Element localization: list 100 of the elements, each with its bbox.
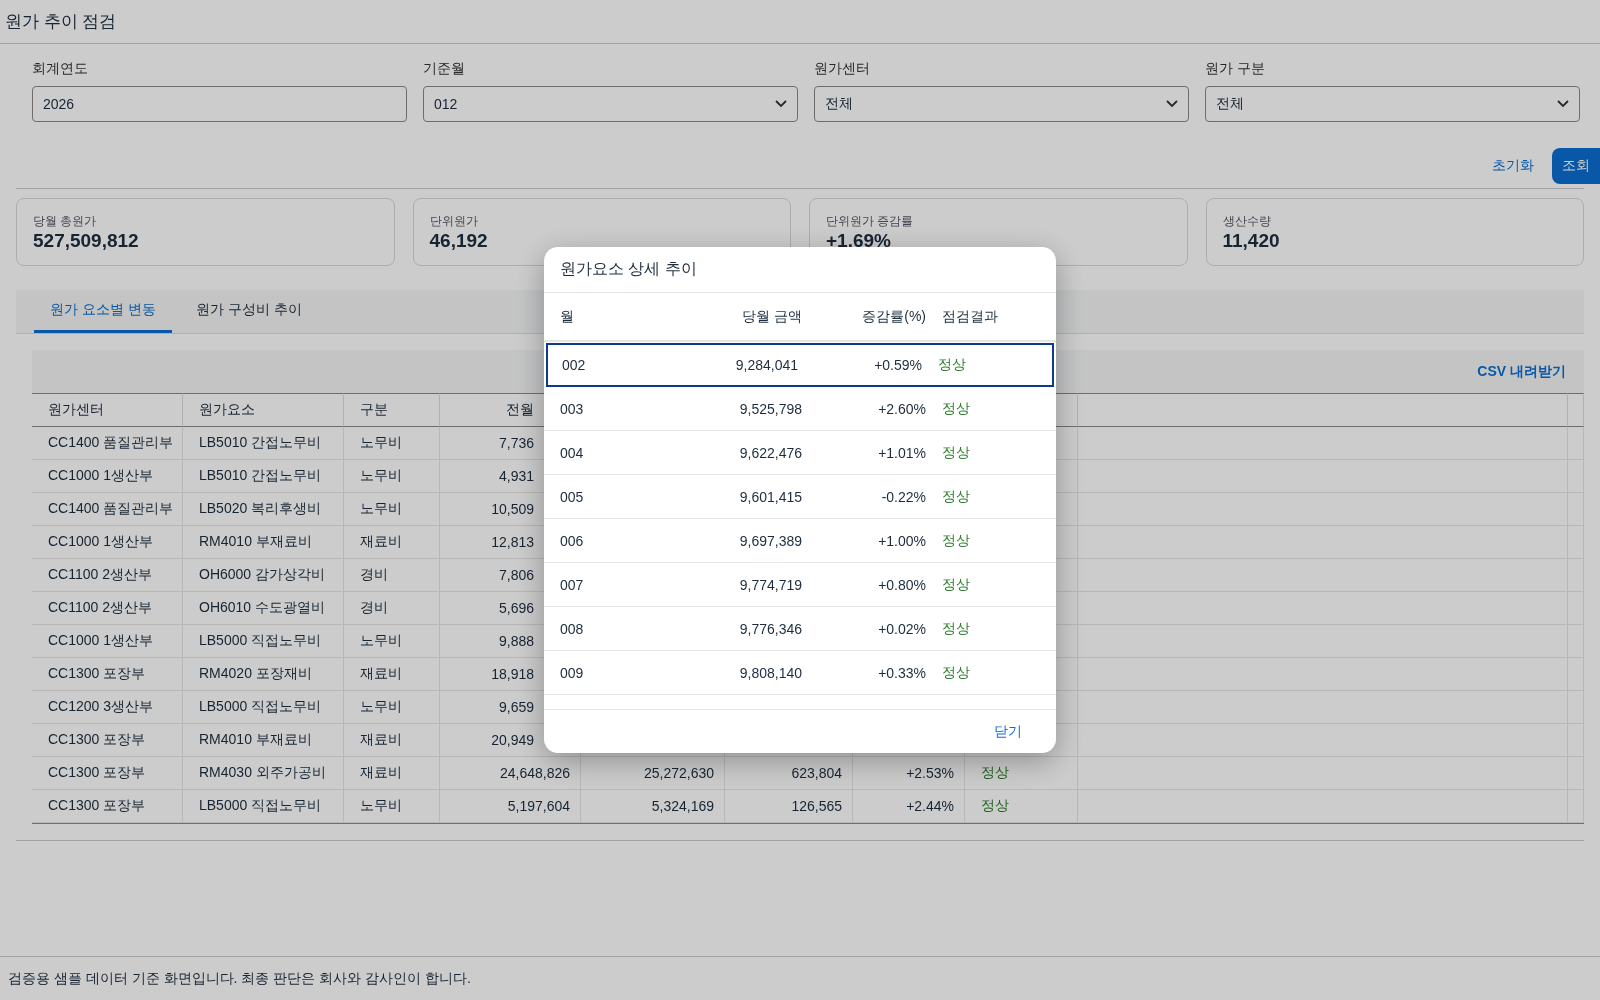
- amount-cell-text: 9,525,798: [738, 400, 802, 417]
- detail-row[interactable]: 004 9,622,476 +1.01% 정상: [544, 431, 1056, 475]
- select-field[interactable]: 전체: [814, 86, 1189, 122]
- table-cell: 25,272,630: [581, 757, 725, 790]
- tab[interactable]: 원가 구성비 추이: [179, 290, 318, 333]
- kpi-value: 11,420: [1222, 230, 1281, 252]
- table-cell: OH6010 수도광열비: [183, 592, 344, 625]
- detail-row[interactable]: 009 9,808,140 +0.33% 정상: [544, 651, 1056, 695]
- detail-row[interactable]: 002 9,284,041 +0.59% 정상: [546, 343, 1054, 387]
- select-field[interactable]: 012: [423, 86, 798, 122]
- table-cell: 노무비: [344, 625, 440, 658]
- kpi-label: 단위원가: [429, 213, 479, 230]
- table-cell: 5,324,169: [581, 790, 725, 823]
- amount-cell-text: 9,774,719: [738, 576, 802, 593]
- table-cell: LB5000 직접노무비: [183, 691, 344, 724]
- kpi-value: +1.69%: [826, 230, 892, 252]
- table-cell: LB5010 간접노무비: [183, 460, 344, 493]
- tab[interactable]: 원가 요소별 변동: [34, 290, 172, 333]
- table-cell: +2.44%: [853, 790, 965, 823]
- table-cell: 노무비: [344, 427, 440, 460]
- chevron-down-icon: [1557, 100, 1569, 108]
- table-cell: 623,804: [725, 757, 853, 790]
- table-cell: CC1300 포장부: [32, 790, 183, 823]
- close-button[interactable]: 닫기: [994, 722, 1022, 741]
- input-field[interactable]: 2026: [32, 86, 407, 122]
- table-cell: 24,648,826: [440, 757, 581, 790]
- amount-cell-text: 9,697,389: [738, 532, 802, 549]
- table-cell: 노무비: [344, 493, 440, 526]
- chevron-down-icon: [1166, 100, 1178, 108]
- select-field[interactable]: 전체: [1205, 86, 1580, 122]
- column-header: 월: [560, 307, 575, 326]
- table-cell: CC1300 포장부: [32, 658, 183, 691]
- table-cell: 노무비: [344, 460, 440, 493]
- rate-cell-text: -0.22%: [880, 488, 926, 505]
- detail-row[interactable]: 006 9,697,389 +1.00% 정상: [544, 519, 1056, 563]
- table-cell: 재료비: [344, 724, 440, 757]
- table-cell: 노무비: [344, 691, 440, 724]
- status-text: 정상: [941, 619, 971, 638]
- table-cell: 재료비: [344, 658, 440, 691]
- table-cell: LB5000 직접노무비: [183, 790, 344, 823]
- table-cell: CC1000 1생산부: [32, 625, 183, 658]
- amount-cell-text: 9,808,140: [738, 664, 802, 681]
- table-cell: 126,565: [725, 790, 853, 823]
- table-cell: RM4010 부재료비: [183, 526, 344, 559]
- status-text: 정상: [965, 757, 1078, 790]
- rate-cell-text: +0.80%: [877, 576, 926, 593]
- table-cell: CC1100 2생산부: [32, 592, 183, 625]
- footer-note: 검증용 샘플 데이터 기준 화면입니다. 최종 판단은 회사와 감사인이 합니다.: [8, 969, 471, 988]
- reset-button[interactable]: 초기화: [1492, 157, 1534, 175]
- status-text: 정상: [941, 663, 971, 682]
- table-cell: CC1400 품질관리부: [32, 493, 183, 526]
- amount-cell-text: 9,284,041: [734, 357, 798, 373]
- table-cell: OH6000 감가상각비: [183, 559, 344, 592]
- table-cell: LB5000 직접노무비: [183, 625, 344, 658]
- column-header: 구분: [344, 393, 440, 427]
- chevron-down-icon: [775, 100, 787, 108]
- kpi-value: 46,192: [429, 230, 489, 252]
- detail-row[interactable]: 008 9,776,346 +0.02% 정상: [544, 607, 1056, 651]
- table-cell: +2.53%: [853, 757, 965, 790]
- field-label: 원가 구분: [1205, 60, 1266, 78]
- column-header: 당월 금액: [741, 307, 802, 326]
- detail-row[interactable]: 007 9,774,719 +0.80% 정상: [544, 563, 1056, 607]
- month-cell-text: 002: [562, 357, 587, 373]
- table-cell: CC1100 2생산부: [32, 559, 183, 592]
- rate-cell-text: +2.60%: [877, 400, 926, 417]
- table-cell: 재료비: [344, 526, 440, 559]
- rate-cell-text: +1.01%: [877, 444, 926, 461]
- table-cell: RM4030 외주가공비: [183, 757, 344, 790]
- column-header: 원가요소: [183, 393, 344, 427]
- detail-row[interactable]: 003 9,525,798 +2.60% 정상: [544, 387, 1056, 431]
- status-text: 정상: [941, 487, 971, 506]
- field-label: 기준월: [423, 60, 466, 78]
- search-button[interactable]: 조회: [1552, 148, 1600, 184]
- status-text: 정상: [965, 790, 1078, 823]
- table-cell: CC1400 품질관리부: [32, 427, 183, 460]
- table-cell: LB5010 간접노무비: [183, 427, 344, 460]
- kpi-label: 단위원가 증감률: [826, 213, 915, 230]
- status-text: 정상: [937, 356, 967, 374]
- table-cell: CC1300 포장부: [32, 757, 183, 790]
- amount-cell-text: 9,776,346: [738, 620, 802, 637]
- table-cell: CC1000 1생산부: [32, 460, 183, 493]
- status-text: 정상: [941, 531, 971, 550]
- column-header: 증감률(%): [861, 307, 926, 326]
- table-cell: 경비: [344, 592, 440, 625]
- column-header: 원가센터: [32, 393, 183, 427]
- field-label: 회계연도: [32, 60, 89, 78]
- kpi-value: 527,509,812: [33, 230, 140, 252]
- status-text: 정상: [941, 575, 971, 594]
- table-cell: 경비: [344, 559, 440, 592]
- dialog-title: 원가요소 상세 추이: [560, 259, 697, 279]
- csv-download-link[interactable]: CSV 내려받기: [1477, 362, 1566, 381]
- table-cell: RM4010 부재료비: [183, 724, 344, 757]
- table-cell: CC1000 1생산부: [32, 526, 183, 559]
- field-label: 원가센터: [814, 60, 871, 78]
- amount-cell-text: 9,601,415: [738, 488, 802, 505]
- page-title: 원가 추이 점검: [5, 11, 117, 33]
- detail-row[interactable]: 005 9,601,415 -0.22% 정상: [544, 475, 1056, 519]
- rate-cell-text: +0.59%: [873, 357, 922, 373]
- status-text: 정상: [941, 399, 971, 418]
- status-text: 정상: [941, 443, 971, 462]
